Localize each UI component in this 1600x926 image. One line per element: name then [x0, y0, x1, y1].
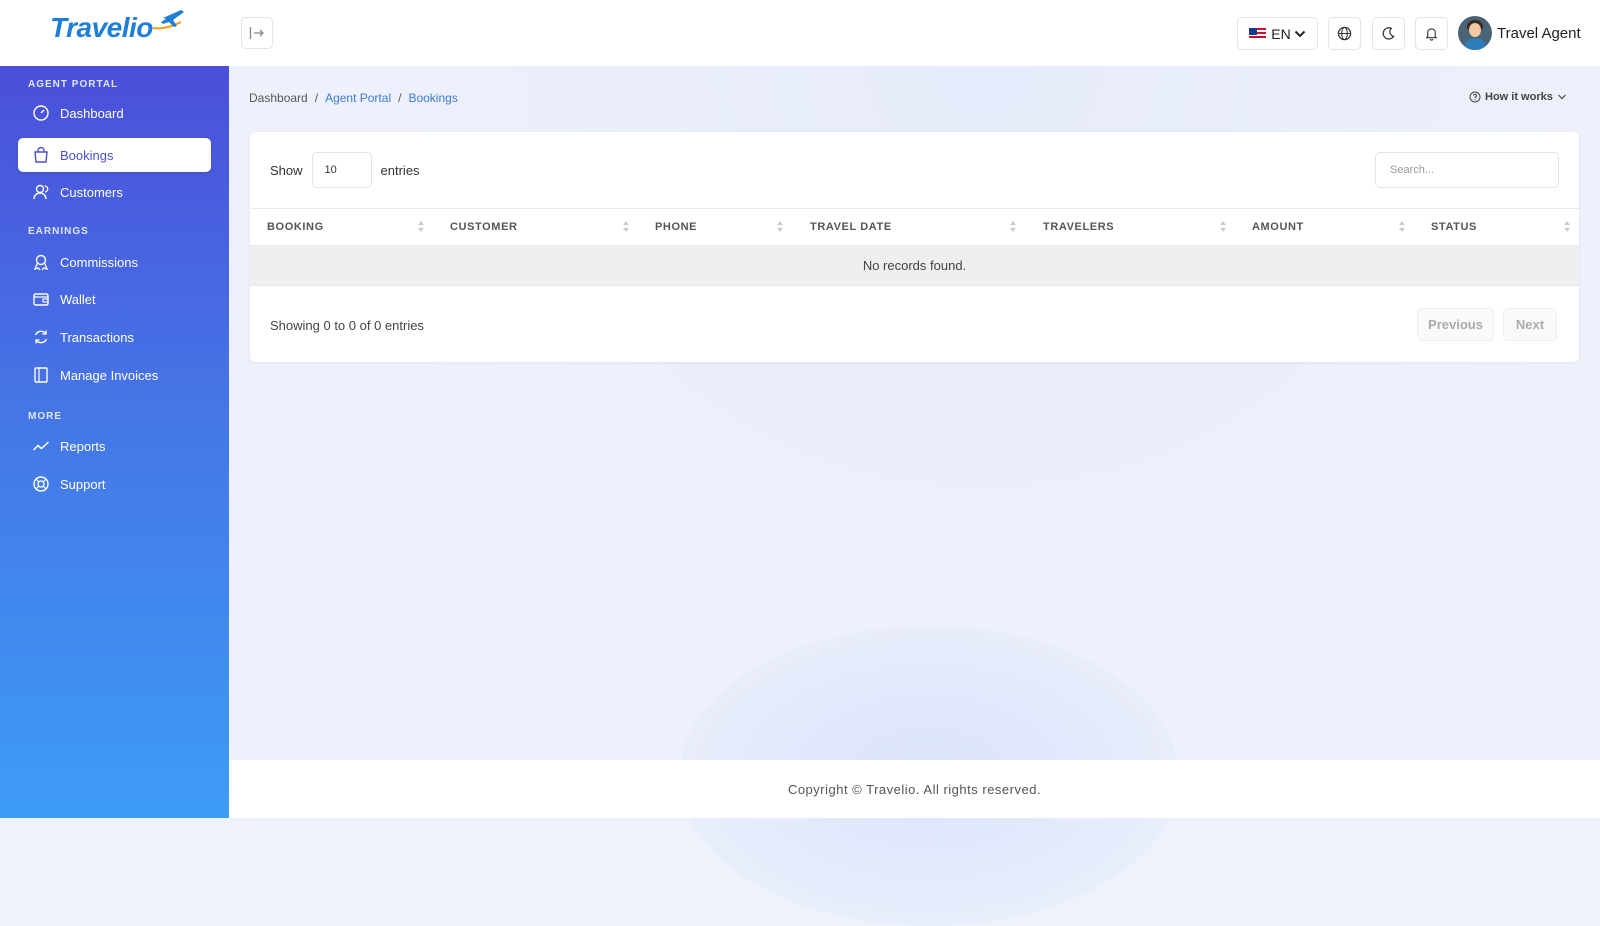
- receipt-icon: [34, 367, 48, 383]
- copyright-text: Copyright © Travelio. All rights reserve…: [787, 781, 1042, 797]
- breadcrumb: Dashboard / Agent Portal / Bookings: [249, 91, 458, 105]
- collapse-sidebar-icon: [249, 27, 264, 39]
- sidebar-item-customers[interactable]: Customers: [18, 175, 211, 209]
- empty-table-message: No records found.: [250, 246, 1579, 286]
- bell-icon: [1425, 28, 1438, 41]
- breadcrumb-dashboard[interactable]: Dashboard: [249, 91, 308, 105]
- award-icon: [33, 254, 49, 271]
- previous-page-button[interactable]: Previous: [1417, 308, 1494, 341]
- shopping-bag-icon: [34, 146, 48, 163]
- sort-icon[interactable]: [1399, 221, 1405, 233]
- avatar: [1458, 16, 1492, 50]
- sidebar: AGENT PORTAL Dashboard Bookings Customer…: [0, 66, 229, 818]
- breadcrumb-bookings: Bookings: [408, 91, 458, 105]
- speedometer-icon: [33, 105, 49, 121]
- how-it-works-dropdown[interactable]: How it works: [1469, 91, 1567, 103]
- table-header: BOOKING CUSTOMER PHONE TRAVEL DATE TRAVE…: [250, 208, 1579, 246]
- sidebar-item-transactions[interactable]: Transactions: [18, 320, 211, 354]
- sidebar-toggle-button[interactable]: [241, 17, 273, 49]
- sidebar-item-label: Manage Invoices: [60, 367, 159, 383]
- entries-label: entries: [380, 162, 420, 178]
- sidebar-section-more: MORE: [28, 411, 62, 422]
- user-name: Travel Agent: [1497, 24, 1581, 42]
- sidebar-item-manage-invoices[interactable]: Manage Invoices: [18, 358, 211, 392]
- notifications-button[interactable]: [1415, 17, 1448, 50]
- sidebar-item-support[interactable]: Support: [18, 467, 211, 501]
- sidebar-item-label: Transactions: [60, 329, 134, 345]
- page-size-control: Show 10 entries: [270, 152, 420, 188]
- sidebar-item-bookings[interactable]: Bookings: [18, 138, 211, 172]
- sidebar-item-dashboard[interactable]: Dashboard: [18, 96, 211, 130]
- chevron-down-icon: [1294, 30, 1305, 37]
- sort-icon[interactable]: [777, 221, 783, 233]
- sidebar-item-commissions[interactable]: Commissions: [18, 245, 211, 279]
- sidebar-item-label: Commissions: [60, 254, 139, 270]
- us-flag-icon: [1249, 27, 1267, 40]
- sidebar-section-earnings: EARNINGS: [28, 226, 89, 237]
- column-header-phone[interactable]: PHONE: [655, 209, 697, 245]
- breadcrumb-separator: /: [314, 91, 319, 105]
- sidebar-item-label: Wallet: [60, 291, 96, 307]
- next-page-button[interactable]: Next: [1503, 308, 1557, 341]
- column-header-booking[interactable]: BOOKING: [267, 209, 324, 245]
- footer: Copyright © Travelio. All rights reserve…: [229, 760, 1600, 818]
- top-header: Travelio EN Travel Agent: [0, 0, 1600, 66]
- sort-icon[interactable]: [418, 221, 424, 233]
- sidebar-item-label: Dashboard: [60, 105, 124, 121]
- sidebar-item-label: Customers: [60, 184, 123, 200]
- help-circle-icon: [1469, 91, 1481, 103]
- airplane-icon: [152, 10, 184, 30]
- sort-icon[interactable]: [623, 221, 629, 233]
- globe-icon: [1337, 26, 1352, 41]
- chevron-down-icon: [1557, 94, 1566, 100]
- bookings-table-card: Show 10 entries BOOKING CUSTOMER PHONE T…: [250, 132, 1579, 362]
- wallet-icon: [33, 293, 49, 306]
- show-label: Show: [270, 162, 303, 178]
- breadcrumb-agent-portal[interactable]: Agent Portal: [325, 91, 391, 105]
- sidebar-item-reports[interactable]: Reports: [18, 429, 211, 463]
- sidebar-item-label: Bookings: [60, 147, 114, 163]
- column-header-travel-date[interactable]: TRAVEL DATE: [810, 209, 892, 245]
- page-size-select[interactable]: 10: [311, 152, 372, 188]
- search-input[interactable]: [1375, 152, 1559, 188]
- user-menu[interactable]: Travel Agent: [1458, 16, 1581, 50]
- column-header-amount[interactable]: AMOUNT: [1252, 209, 1304, 245]
- column-header-travelers[interactable]: TRAVELERS: [1043, 209, 1114, 245]
- globe-button[interactable]: [1328, 17, 1361, 50]
- column-header-status[interactable]: STATUS: [1431, 209, 1477, 245]
- theme-toggle-button[interactable]: [1372, 17, 1405, 50]
- trending-up-icon: [32, 441, 50, 451]
- breadcrumb-separator: /: [398, 91, 402, 105]
- moon-icon: [1382, 27, 1395, 40]
- column-header-customer[interactable]: CUSTOMER: [450, 209, 518, 245]
- sidebar-item-label: Reports: [60, 438, 106, 454]
- sort-icon[interactable]: [1220, 221, 1226, 233]
- language-selector[interactable]: EN: [1237, 17, 1318, 50]
- sort-icon[interactable]: [1564, 221, 1570, 233]
- sidebar-section-agent-portal: AGENT PORTAL: [28, 79, 119, 90]
- logo-text: Travelio: [50, 12, 153, 43]
- table-info: Showing 0 to 0 of 0 entries: [270, 318, 424, 333]
- lifebuoy-icon: [33, 476, 49, 492]
- users-icon: [33, 184, 49, 200]
- travelio-logo[interactable]: Travelio: [50, 10, 185, 44]
- language-code: EN: [1271, 25, 1291, 42]
- how-it-works-label: How it works: [1485, 91, 1553, 103]
- sidebar-item-label: Support: [60, 476, 106, 492]
- sidebar-item-wallet[interactable]: Wallet: [18, 282, 211, 316]
- refresh-icon: [34, 330, 48, 344]
- sort-icon[interactable]: [1010, 221, 1016, 233]
